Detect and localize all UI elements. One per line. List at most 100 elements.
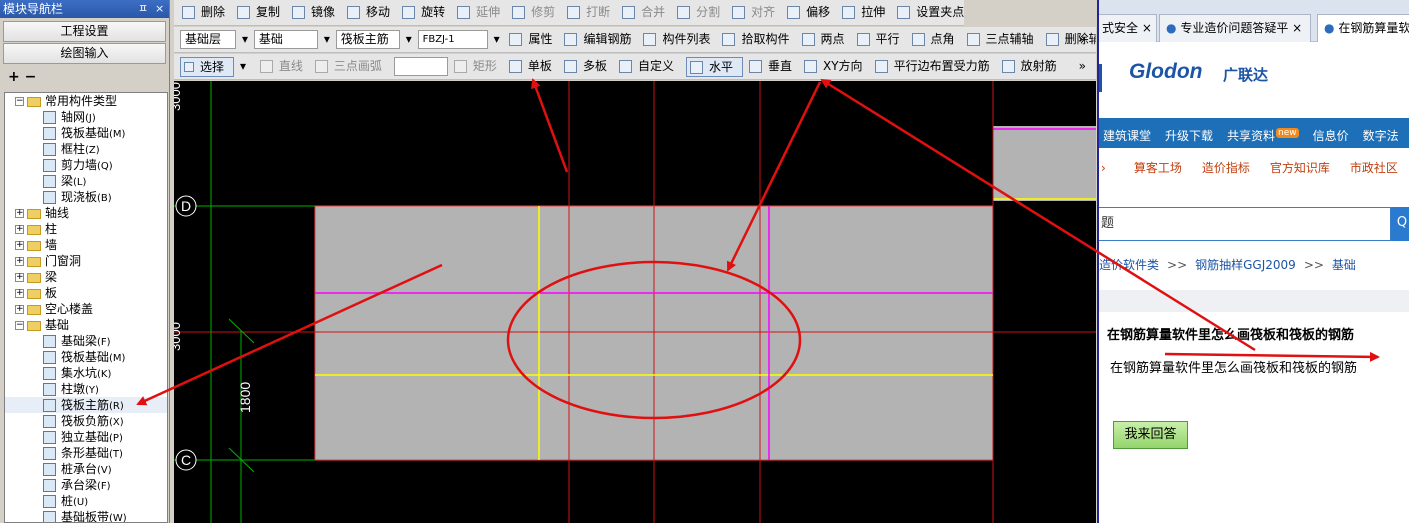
component-tool-5[interactable]: 平行 (856, 32, 906, 46)
tree-item[interactable]: 筏板主筋(R) (5, 397, 167, 413)
tree-item[interactable]: 框柱(Z) (5, 141, 167, 157)
sub-menu-item[interactable]: 造价指标 (1202, 161, 1250, 175)
component-tool-1[interactable]: 编辑钢筋 (564, 32, 637, 46)
edit-tool-5[interactable]: 延伸 (457, 5, 506, 19)
tree-folder[interactable]: + 柱 (5, 221, 167, 237)
main-menu-item[interactable]: 升级下载 (1165, 129, 1213, 143)
more-draw-tools-button[interactable]: » (1079, 54, 1086, 78)
edit-tool-10[interactable]: 对齐 (732, 5, 781, 19)
collapse-icon[interactable]: − (15, 97, 24, 106)
browser-tab-3[interactable]: ● 在钢筋算量软 (1317, 14, 1409, 42)
component-name-select[interactable]: FBZJ-1 (417, 30, 488, 49)
main-menu-item[interactable]: 共享资料 (1227, 129, 1275, 143)
main-menu-item[interactable]: 数字法 (1363, 129, 1399, 143)
browser-tab-1[interactable]: 式安全 × (1099, 14, 1157, 42)
tree-item[interactable]: 桩承台(V) (5, 461, 167, 477)
sub-menu-item[interactable]: 算客工场 (1134, 161, 1182, 175)
component-tool-4[interactable]: 两点 (801, 32, 851, 46)
component-tool-0[interactable]: 属性 (509, 32, 558, 46)
search-button[interactable]: Q (1391, 207, 1409, 241)
close-icon[interactable]: × (155, 0, 164, 18)
draw-tool-3[interactable]: 水平 (685, 56, 743, 77)
draw-tool-7[interactable]: 放射筋 (1001, 59, 1063, 73)
edit-tool-11[interactable]: 偏移 (787, 5, 836, 19)
tree-folder[interactable]: + 轴线 (5, 205, 167, 221)
more-tools-button[interactable]: » (1079, 27, 1086, 51)
tree-folder[interactable]: + 空心楼盖 (5, 301, 167, 317)
tree-folder[interactable]: + 梁 (5, 269, 167, 285)
tree-item[interactable]: 梁(L) (5, 173, 167, 189)
tree-folder[interactable]: + 门窗洞 (5, 253, 167, 269)
drawing-canvas[interactable]: D C 3000 3000 1800 (174, 81, 1096, 523)
pin-icon[interactable]: ㅍ (138, 0, 148, 18)
browser-tab-2[interactable]: ● 专业造价问题答疑平 × (1159, 14, 1311, 42)
edit-tool-6[interactable]: 修剪 (512, 5, 561, 19)
main-menu-item[interactable]: 建筑课堂 (1103, 129, 1151, 143)
edit-tool-0[interactable]: 删除 (182, 5, 231, 19)
category-select[interactable]: 基础 (253, 30, 318, 49)
draw-tool-disabled-0[interactable]: 直线 (259, 59, 309, 73)
project-settings-button[interactable]: 工程设置 (3, 21, 166, 42)
edit-tool-9[interactable]: 分割 (677, 5, 726, 19)
component-tool-6[interactable]: 点角 (911, 32, 961, 46)
tree-item[interactable]: 筏板基础(M) (5, 349, 167, 365)
tree-item[interactable]: 筏板基础(M) (5, 125, 167, 141)
layer-select[interactable]: 基础层 (180, 30, 236, 49)
sub-menu-item[interactable]: 市政社区 (1350, 161, 1398, 175)
tree-item[interactable]: 轴网(J) (5, 109, 167, 125)
draw-tool-disabled-1[interactable]: 三点画弧 (314, 59, 388, 73)
expand-collapse-tools[interactable]: + − (0, 65, 169, 89)
breadcrumb-link[interactable]: 基础 (1332, 258, 1356, 272)
component-tool-3[interactable]: 拾取构件 (722, 32, 795, 46)
edit-tool-7[interactable]: 打断 (567, 5, 616, 19)
draw-tool-1[interactable]: 多板 (563, 59, 613, 73)
draw-tool-0[interactable]: 单板 (508, 59, 558, 73)
tree-item[interactable]: 基础梁(F) (5, 333, 167, 349)
component-tool-7[interactable]: 三点辅轴 (966, 32, 1040, 46)
draw-tool-5[interactable]: XY方向 (804, 59, 869, 73)
tree-folder[interactable]: + 墙 (5, 237, 167, 253)
edit-tool-4[interactable]: 旋转 (402, 5, 451, 19)
tree-item[interactable]: 剪力墙(Q) (5, 157, 167, 173)
expand-icon[interactable]: + (15, 273, 24, 282)
edit-tool-3[interactable]: 移动 (347, 5, 396, 19)
type-select[interactable]: 筏板主筋 (335, 30, 400, 49)
expand-icon[interactable]: + (15, 257, 24, 266)
tree-item[interactable]: 柱墩(Y) (5, 381, 167, 397)
tree-item[interactable]: 桩(U) (5, 493, 167, 509)
drawing-input-button[interactable]: 绘图输入 (3, 43, 166, 64)
draw-tool-6[interactable]: 平行边布置受力筋 (874, 59, 996, 73)
edit-tool-1[interactable]: 复制 (237, 5, 286, 19)
expand-icon[interactable]: + (15, 241, 24, 250)
edit-tool-12[interactable]: 拉伸 (842, 5, 891, 19)
tree-folder[interactable]: − 基础 (5, 317, 167, 333)
expand-icon[interactable]: + (15, 209, 24, 218)
draw-tool-4[interactable]: 垂直 (748, 59, 798, 73)
sub-menu-item[interactable]: 官方知识库 (1270, 161, 1330, 175)
tree-folder[interactable]: − 常用构件类型 (5, 93, 167, 109)
tree-item[interactable]: 条形基础(T) (5, 445, 167, 461)
breadcrumb-link[interactable]: 造价软件类 (1099, 258, 1159, 272)
expand-icon[interactable]: + (15, 225, 24, 234)
breadcrumb-link[interactable]: 钢筋抽样GGJ2009 (1195, 258, 1296, 272)
expand-icon[interactable]: + (15, 305, 24, 314)
main-menu-item[interactable]: 信息价 (1313, 129, 1349, 143)
select-button[interactable]: 选择 (180, 56, 235, 77)
draw-tool-disabled-2[interactable]: 矩形 (453, 59, 503, 73)
tree-folder[interactable]: + 板 (5, 285, 167, 301)
tree-item[interactable]: 筏板负筋(X) (5, 413, 167, 429)
edit-tool-8[interactable]: 合并 (622, 5, 671, 19)
edit-tool-13[interactable]: 设置夹点 (897, 5, 964, 19)
arc-mode-select[interactable] (393, 57, 448, 76)
collapse-icon[interactable]: − (15, 321, 24, 330)
tree-item[interactable]: 现浇板(B) (5, 189, 167, 205)
expand-icon[interactable]: + (15, 289, 24, 298)
tree-item[interactable]: 集水坑(K) (5, 365, 167, 381)
answer-button[interactable]: 我来回答 (1113, 421, 1188, 449)
search-input[interactable]: 题 (1099, 207, 1391, 241)
component-tool-8[interactable]: 删除辅轴 (1045, 32, 1096, 46)
tree-item[interactable]: 独立基础(P) (5, 429, 167, 445)
draw-tool-2[interactable]: 自定义 (618, 59, 680, 73)
component-tool-2[interactable]: 构件列表 (643, 32, 716, 46)
tree-item[interactable]: 承台梁(F) (5, 477, 167, 493)
